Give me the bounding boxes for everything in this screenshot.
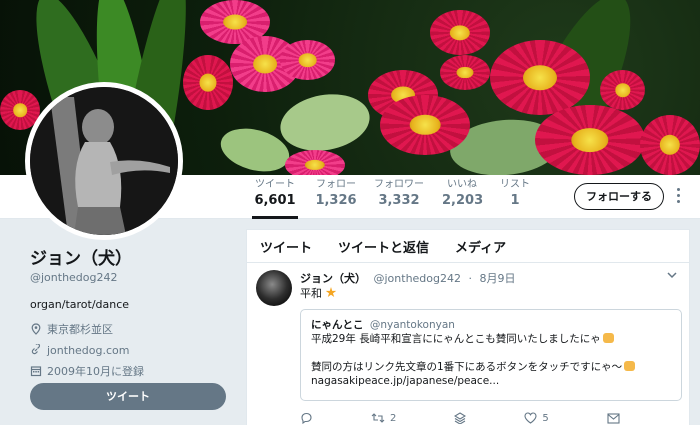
quoted-line-1: 平成29年 長崎平和宣言ににゃんとこも賛同いたしましたにゃ	[311, 332, 671, 346]
link-icon	[31, 344, 41, 355]
profile-website: jonthedog.com	[30, 342, 230, 358]
stat-tweets[interactable]: ツイート 6,601	[252, 179, 298, 219]
profile-avatar[interactable]	[25, 82, 183, 240]
tab-media[interactable]: メディア	[455, 237, 506, 256]
retweet-count: 2	[390, 412, 397, 424]
envelope-icon	[607, 412, 620, 424]
stat-value: 6,601	[254, 193, 296, 208]
star-emoji-icon	[325, 287, 337, 298]
reply-icon	[301, 412, 312, 424]
profile-card: ジョン（犬） @jonthedog242 organ/tarot/dance 東…	[30, 244, 230, 379]
calendar-icon	[30, 366, 42, 377]
stack-action[interactable]	[454, 412, 467, 424]
timeline-tabs: ツイート ツイートと返信 メディア	[247, 230, 689, 263]
stat-label: フォロワー	[374, 179, 424, 190]
quoted-line-2: 賛同の方はリンク先文章の1番下にあるボタンをタッチですにゃ～	[311, 360, 671, 374]
quoted-author-name: にゃんとこ	[311, 319, 364, 331]
avatar-image	[30, 87, 178, 235]
tweet-date[interactable]: 8月9日	[480, 272, 516, 285]
compose-tweet-button[interactable]: ツイート	[30, 383, 226, 410]
stat-value: 3,332	[378, 193, 420, 208]
stat-likes[interactable]: いいね 2,203	[442, 179, 484, 211]
cat-emoji-icon	[602, 333, 614, 343]
stat-label: ツイート	[255, 179, 295, 190]
heart-icon	[524, 412, 537, 424]
tweet-date-sep: ·	[468, 272, 473, 285]
stat-value: 1	[510, 193, 520, 208]
stat-followers[interactable]: フォロワー 3,332	[374, 179, 424, 211]
quoted-link[interactable]: nagasakipeace.jp/japanese/peace...	[311, 374, 671, 388]
cat-emoji-icon	[624, 361, 636, 371]
tweet-header: ジョン（犬） @jonthedog242 · 8月9日	[300, 270, 516, 286]
profile-bio: organ/tarot/dance	[30, 298, 130, 311]
dm-action[interactable]	[607, 412, 620, 424]
quoted-line-2-text: 賛同の方はリンク先文章の1番下にあるボタンをタッチですにゃ～	[311, 361, 623, 373]
tweet-item[interactable]: ジョン（犬） @jonthedog242 · 8月9日 平和 にゃんとこ @ny…	[247, 264, 689, 425]
quoted-line-1-text: 平成29年 長崎平和宣言ににゃんとこも賛同いたしましたにゃ	[311, 333, 601, 345]
tweet-avatar[interactable]	[256, 270, 292, 306]
stat-label: リスト	[500, 179, 530, 190]
timeline: ツイート ツイートと返信 メディア ジョン（犬） @jonthedog242 ·…	[246, 229, 690, 425]
retweet-icon	[371, 413, 385, 423]
quoted-author-handle: @nyantokonyan	[369, 319, 455, 331]
stat-label: フォロー	[316, 179, 356, 190]
retweet-action[interactable]: 2	[371, 412, 396, 424]
profile-location: 東京都杉並区	[30, 321, 230, 337]
joined-text: 2009年10月に登録	[47, 365, 144, 378]
tab-tweets[interactable]: ツイート	[260, 237, 312, 256]
location-icon	[31, 323, 41, 335]
stat-lists[interactable]: リスト 1	[498, 179, 532, 211]
tab-tweets-replies[interactable]: ツイートと返信	[338, 237, 429, 256]
like-count: 5	[542, 412, 549, 424]
follow-button[interactable]: フォローする	[574, 183, 664, 210]
reply-action[interactable]	[300, 412, 313, 424]
quoted-header: にゃんとこ @nyantokonyan	[311, 318, 671, 332]
profile-joined: 2009年10月に登録	[30, 363, 230, 379]
tweet-author-name[interactable]: ジョン（犬）	[300, 272, 366, 285]
profile-handle[interactable]: @jonthedog242	[30, 271, 230, 284]
tweet-text-body: 平和	[300, 287, 322, 300]
location-text: 東京都杉並区	[47, 323, 113, 336]
tweet-text: 平和	[300, 285, 337, 301]
layers-icon	[454, 412, 467, 424]
quoted-tweet[interactable]: にゃんとこ @nyantokonyan 平成29年 長崎平和宣言ににゃんとこも賛…	[300, 309, 682, 401]
stat-following[interactable]: フォロー 1,326	[314, 179, 358, 211]
website-link[interactable]: jonthedog.com	[47, 344, 130, 357]
profile-name: ジョン（犬）	[30, 249, 132, 269]
stat-value: 1,326	[315, 193, 357, 208]
more-options-icon[interactable]	[675, 188, 681, 206]
chevron-down-icon[interactable]	[667, 270, 677, 280]
stat-value: 2,203	[442, 193, 484, 208]
tweet-author-handle[interactable]: @jonthedog242	[374, 272, 462, 285]
stat-label: いいね	[447, 179, 477, 190]
like-action[interactable]: 5	[524, 412, 549, 424]
tweet-actions: 2 5	[300, 410, 680, 425]
